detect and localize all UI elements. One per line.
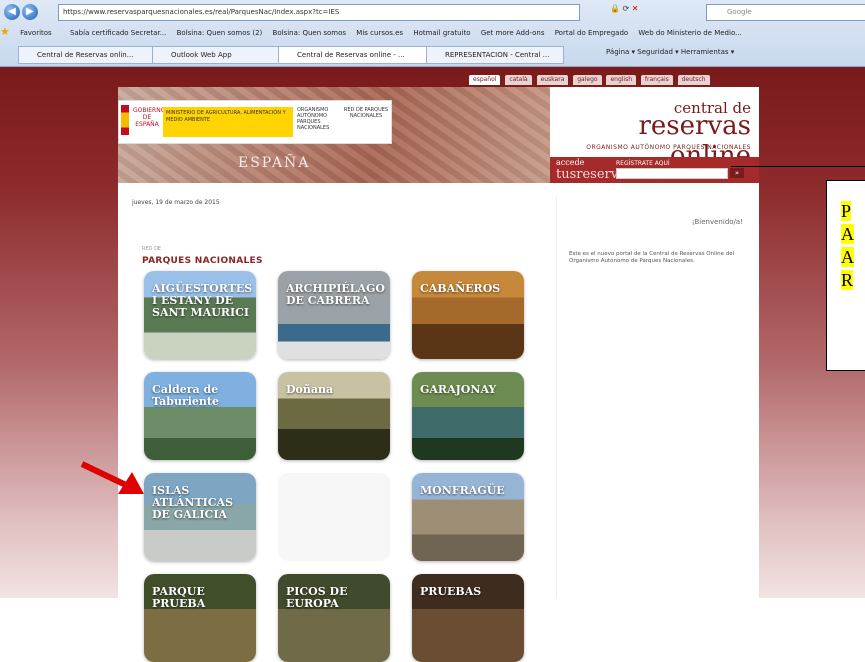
park-card-garajonay[interactable]: GARAJONAY <box>412 372 524 460</box>
park-name: MONFRAGÜE <box>420 484 505 497</box>
tab-row: Central de Reservas onlin... Outlook Web… <box>0 44 865 64</box>
language-tab-gl[interactable]: galego <box>573 75 602 85</box>
header-banner: GOBIERNO DE ESPAÑA MINISTERIO DE AGRICUL… <box>118 87 550 183</box>
back-icon[interactable]: ◀ <box>4 4 20 20</box>
callout-line-2: A <box>841 224 854 244</box>
park-name: ISLAS ATLÁNTICAS DE GALICIA <box>152 484 234 521</box>
address-tools[interactable]: 🔒 ⟳ ✕ <box>610 4 638 13</box>
park-name: PRUEBAS <box>420 585 482 598</box>
stop-icon[interactable]: ✕ <box>632 4 639 13</box>
park-card-parque-prueba[interactable]: PARQUE PRUEBA <box>144 574 256 662</box>
park-name: PICOS DE EUROPA <box>286 585 348 610</box>
language-tab-ca[interactable]: català <box>505 75 532 85</box>
column-divider <box>556 197 557 597</box>
language-tab-fr[interactable]: français <box>640 75 673 85</box>
address-bar[interactable]: https://www.reservasparquesnacionales.es… <box>58 4 580 21</box>
login-input[interactable] <box>616 168 728 179</box>
park-name: AIGÜESTORTES I ESTANY DE SANT MAURICI <box>152 282 253 319</box>
callout-line-1: P <box>841 201 852 221</box>
browser-tab[interactable]: Outlook Web App <box>152 46 292 64</box>
login-box: accede tusreservas REGÍSTRATE AQUÍ » <box>550 157 759 183</box>
favorite-link[interactable]: Mis cursos.es <box>356 29 403 37</box>
favorite-link[interactable]: Bolsina: Quen somos (2) <box>177 29 263 37</box>
red-parques-logo: RED DE PARQUES NACIONALES <box>343 107 389 119</box>
language-tabs: español català euskara galego english fr… <box>469 74 712 86</box>
banner-text: ESPAÑA <box>238 155 311 171</box>
favorite-link[interactable]: Portal do Empregado <box>555 29 628 37</box>
favorites-bar: ★ Favoritos Sabía certificado Secretar..… <box>0 24 865 40</box>
callout-line-4: R <box>841 270 854 290</box>
page-background: español català euskara galego english fr… <box>0 67 865 662</box>
spain-flag-icon <box>121 105 129 135</box>
login-accede: accede <box>556 158 585 167</box>
favorite-link[interactable]: Web do Ministerio de Medio... <box>638 29 741 37</box>
park-card-pruebas[interactable]: PRUEBAS <box>412 574 524 662</box>
command-bar[interactable]: Página ▾ Seguridad ▾ Herramientas ▾ <box>606 48 734 56</box>
park-card-picos-de-europa[interactable]: PICOS DE EUROPA <box>278 574 390 662</box>
favorite-link[interactable]: Sabía certificado Secretar... <box>70 29 166 37</box>
browser-chrome: ◀ ▶ https://www.reservasparquesnacionale… <box>0 0 865 67</box>
address-row: ◀ ▶ https://www.reservasparquesnacionale… <box>0 4 865 22</box>
language-tab-es[interactable]: español <box>469 75 501 85</box>
favorite-link[interactable]: Hotmail gratuito <box>413 29 470 37</box>
favorite-link[interactable]: Bolsina: Quen somos <box>273 29 347 37</box>
browser-tab[interactable]: REPRESENTACION - Central ... <box>426 46 564 64</box>
welcome-title: ¡Bienvenido/a! <box>691 218 743 226</box>
oapn-logo: ORGANISMO AUTÓNOMO PARQUES NACIONALES <box>297 107 330 131</box>
callout-line-3: A <box>841 247 854 267</box>
park-card-islas-atlanticas[interactable]: ISLAS ATLÁNTICAS DE GALICIA <box>144 473 256 561</box>
search-input[interactable]: Google <box>706 4 865 21</box>
site-logo[interactable]: central de reservas online ORGANISMO AUT… <box>550 87 759 171</box>
language-tab-eu[interactable]: euskara <box>536 75 569 85</box>
park-name: CABAÑEROS <box>420 282 501 295</box>
site-container: GOBIERNO DE ESPAÑA MINISTERIO DE AGRICUL… <box>118 87 759 662</box>
favorites-button[interactable]: ★ Favoritos <box>0 25 60 38</box>
park-card-donana[interactable]: Doñana <box>278 372 390 460</box>
star-icon: ★ <box>0 25 10 38</box>
park-name: PARQUE PRUEBA <box>152 585 206 610</box>
refresh-icon[interactable]: ⟳ <box>623 4 630 13</box>
login-go-button[interactable]: » <box>730 168 744 178</box>
browser-tab-active[interactable]: Central de Reservas online - ... <box>278 46 440 64</box>
language-tab-de[interactable]: deutsch <box>677 75 710 85</box>
callout-line <box>731 166 865 167</box>
park-card-caldera[interactable]: Caldera de Taburiente <box>144 372 256 460</box>
lock-icon[interactable]: 🔒 <box>610 4 620 13</box>
park-card-placeholder <box>278 473 390 561</box>
park-card-aiguestortes[interactable]: AIGÜESTORTES I ESTANY DE SANT MAURICI <box>144 271 256 359</box>
park-name: GARAJONAY <box>420 383 497 396</box>
current-date: jueves, 19 de marzo de 2015 <box>132 199 220 206</box>
park-name: Caldera de Taburiente <box>152 383 219 408</box>
gobierno-logo: GOBIERNO DE ESPAÑA <box>133 107 165 135</box>
callout-box: P A A R <box>826 180 865 371</box>
park-card-cabrera[interactable]: ARCHIPIÉLAGO DE CABRERA <box>278 271 390 359</box>
welcome-text: Este es el nuevo portal de la Central de… <box>569 251 735 264</box>
forward-icon[interactable]: ▶ <box>22 4 38 20</box>
government-logos: GOBIERNO DE ESPAÑA MINISTERIO DE AGRICUL… <box>118 100 392 144</box>
park-name: ARCHIPIÉLAGO DE CABRERA <box>286 282 386 307</box>
section-title: PARQUES NACIONALES <box>142 256 263 266</box>
language-tab-en[interactable]: english <box>606 75 637 85</box>
section-subtitle: RED DE <box>142 246 162 252</box>
park-name: Doñana <box>286 383 334 396</box>
browser-tab[interactable]: Central de Reservas onlin... <box>18 46 166 64</box>
brand-sub: ORGANISMO AUTÓNOMO PARQUES NACIONALES <box>586 144 751 151</box>
park-card-cabaneros[interactable]: CABAÑEROS <box>412 271 524 359</box>
login-label: REGÍSTRATE AQUÍ <box>616 160 670 167</box>
favorite-link[interactable]: Get more Add-ons <box>481 29 545 37</box>
red-arrow-icon <box>80 461 144 494</box>
park-card-monfrague[interactable]: MONFRAGÜE <box>412 473 524 561</box>
ministerio-logo: MINISTERIO DE AGRICULTURA, ALIMENTACIÓN … <box>163 107 293 137</box>
